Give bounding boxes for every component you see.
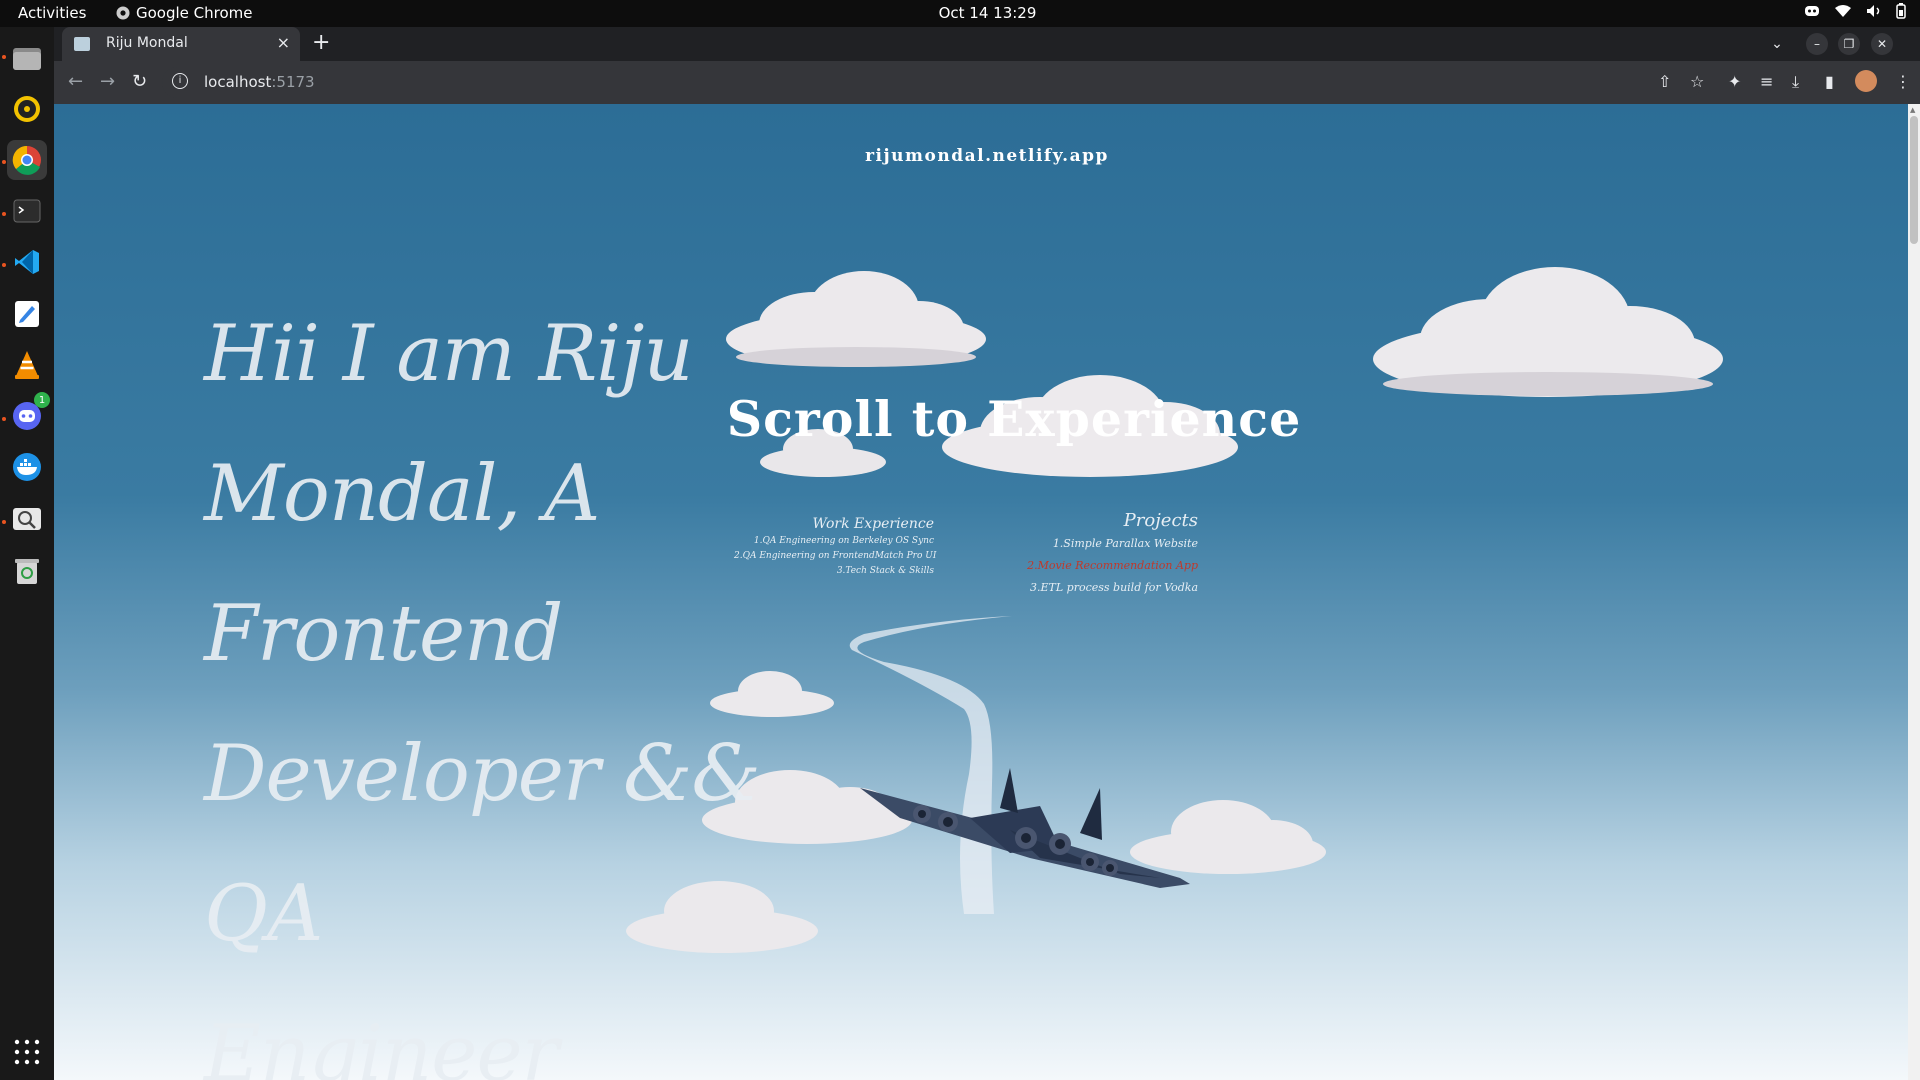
work-experience-list: Work Experience 1.QA Engineering on Berk… bbox=[734, 516, 936, 581]
browser-toolbar: ← → ↻ i localhost:5173 ⇧ ☆ ✦ ≡ ⤓ ▮ ⋮ bbox=[54, 61, 1920, 104]
rhythmbox-icon[interactable] bbox=[7, 89, 47, 129]
text-editor-icon[interactable] bbox=[7, 294, 47, 334]
hero-line: Developer && QA bbox=[204, 729, 761, 959]
back-icon[interactable]: ← bbox=[68, 71, 83, 92]
system-top-bar: Activities Google Chrome Oct 14 13:29 bbox=[0, 0, 1920, 27]
notification-badge: 1 bbox=[34, 392, 50, 408]
favicon-icon bbox=[74, 37, 90, 51]
browser-tab[interactable]: Riju Mondal × bbox=[62, 27, 300, 61]
vlc-icon[interactable] bbox=[7, 345, 47, 385]
web-page: rijumondal.netlify.app Hii I am Riju Mon… bbox=[54, 104, 1920, 1080]
address-bar[interactable]: i localhost:5173 bbox=[162, 67, 1702, 98]
tab-search-icon[interactable]: ⌄ bbox=[1766, 33, 1788, 55]
work-item[interactable]: 1.QA Engineering on Berkeley OS Sync bbox=[734, 536, 934, 546]
volume-icon[interactable] bbox=[1866, 4, 1882, 18]
page-scrollbar[interactable]: ▲ bbox=[1908, 104, 1920, 1080]
running-indicator bbox=[2, 160, 6, 164]
discord-icon[interactable]: 1 bbox=[7, 392, 50, 436]
running-indicator bbox=[2, 417, 6, 421]
media-queue-icon[interactable]: ≡ bbox=[1760, 72, 1773, 91]
show-apps-icon[interactable] bbox=[13, 1038, 41, 1070]
menu-icon[interactable]: ⋮ bbox=[1895, 72, 1911, 91]
work-heading: Work Experience bbox=[812, 516, 934, 532]
scroll-prompt: Scroll to Experience bbox=[726, 390, 1302, 448]
close-window-button[interactable]: ✕ bbox=[1871, 33, 1893, 55]
discord-tray-icon[interactable] bbox=[1804, 5, 1820, 17]
site-info-icon[interactable]: i bbox=[172, 73, 188, 89]
running-indicator bbox=[2, 263, 6, 267]
project-item[interactable]: 2.Movie Recommendation App bbox=[954, 559, 1198, 572]
extensions-icon[interactable]: ✦ bbox=[1728, 72, 1741, 91]
scroll-up-arrow-icon[interactable]: ▲ bbox=[1910, 106, 1915, 114]
profile-avatar[interactable] bbox=[1855, 70, 1877, 92]
running-indicator bbox=[2, 55, 6, 59]
url-text[interactable]: localhost:5173 bbox=[204, 73, 315, 91]
new-tab-button[interactable]: + bbox=[312, 30, 330, 55]
work-item[interactable]: 3.Tech Stack & Skills bbox=[734, 566, 934, 576]
tab-title: Riju Mondal bbox=[106, 35, 188, 51]
reload-icon[interactable]: ↻ bbox=[132, 71, 147, 92]
vscode-icon[interactable] bbox=[7, 242, 47, 282]
projects-heading: Projects bbox=[1123, 510, 1198, 531]
forward-icon[interactable]: → bbox=[100, 71, 115, 92]
bookmark-star-icon[interactable]: ☆ bbox=[1690, 72, 1704, 91]
scrollbar-thumb[interactable] bbox=[1910, 116, 1918, 244]
dock: 1 bbox=[0, 27, 54, 1080]
image-viewer-icon[interactable] bbox=[7, 499, 47, 539]
cloud-image bbox=[1373, 267, 1723, 397]
clock[interactable]: Oct 14 13:29 bbox=[0, 4, 1920, 22]
chrome-icon[interactable] bbox=[7, 140, 47, 180]
restore-button[interactable]: ❐ bbox=[1838, 33, 1860, 55]
minimize-button[interactable]: – bbox=[1806, 33, 1828, 55]
trash-icon[interactable] bbox=[7, 551, 47, 591]
terminal-icon[interactable] bbox=[7, 191, 47, 231]
wifi-icon[interactable] bbox=[1834, 4, 1852, 18]
files-icon[interactable] bbox=[7, 38, 47, 78]
docker-icon[interactable] bbox=[7, 447, 47, 487]
project-item[interactable]: 3.ETL process build for Vodka bbox=[954, 581, 1198, 594]
download-icon[interactable]: ⤓ bbox=[1792, 72, 1799, 92]
work-item[interactable]: 2.QA Engineering on FrontendMatch Pro UI bbox=[734, 551, 936, 561]
tab-strip: Riju Mondal × + ⌄ – ❐ ✕ bbox=[54, 27, 1920, 61]
system-tray[interactable] bbox=[1804, 3, 1906, 19]
battery-icon[interactable] bbox=[1896, 3, 1906, 19]
project-item[interactable]: 1.Simple Parallax Website bbox=[954, 537, 1198, 550]
running-indicator bbox=[2, 212, 6, 216]
running-indicator bbox=[2, 520, 6, 524]
side-panel-icon[interactable]: ▮ bbox=[1825, 72, 1834, 91]
projects-list: Projects 1.Simple Parallax Website 2.Mov… bbox=[954, 510, 1198, 603]
share-icon[interactable]: ⇧ bbox=[1658, 72, 1671, 91]
hero-line: Engineer bbox=[204, 1009, 559, 1080]
site-title[interactable]: rijumondal.netlify.app bbox=[54, 146, 1920, 166]
airplane-model bbox=[860, 768, 1190, 888]
tab-close-icon[interactable]: × bbox=[277, 33, 290, 52]
